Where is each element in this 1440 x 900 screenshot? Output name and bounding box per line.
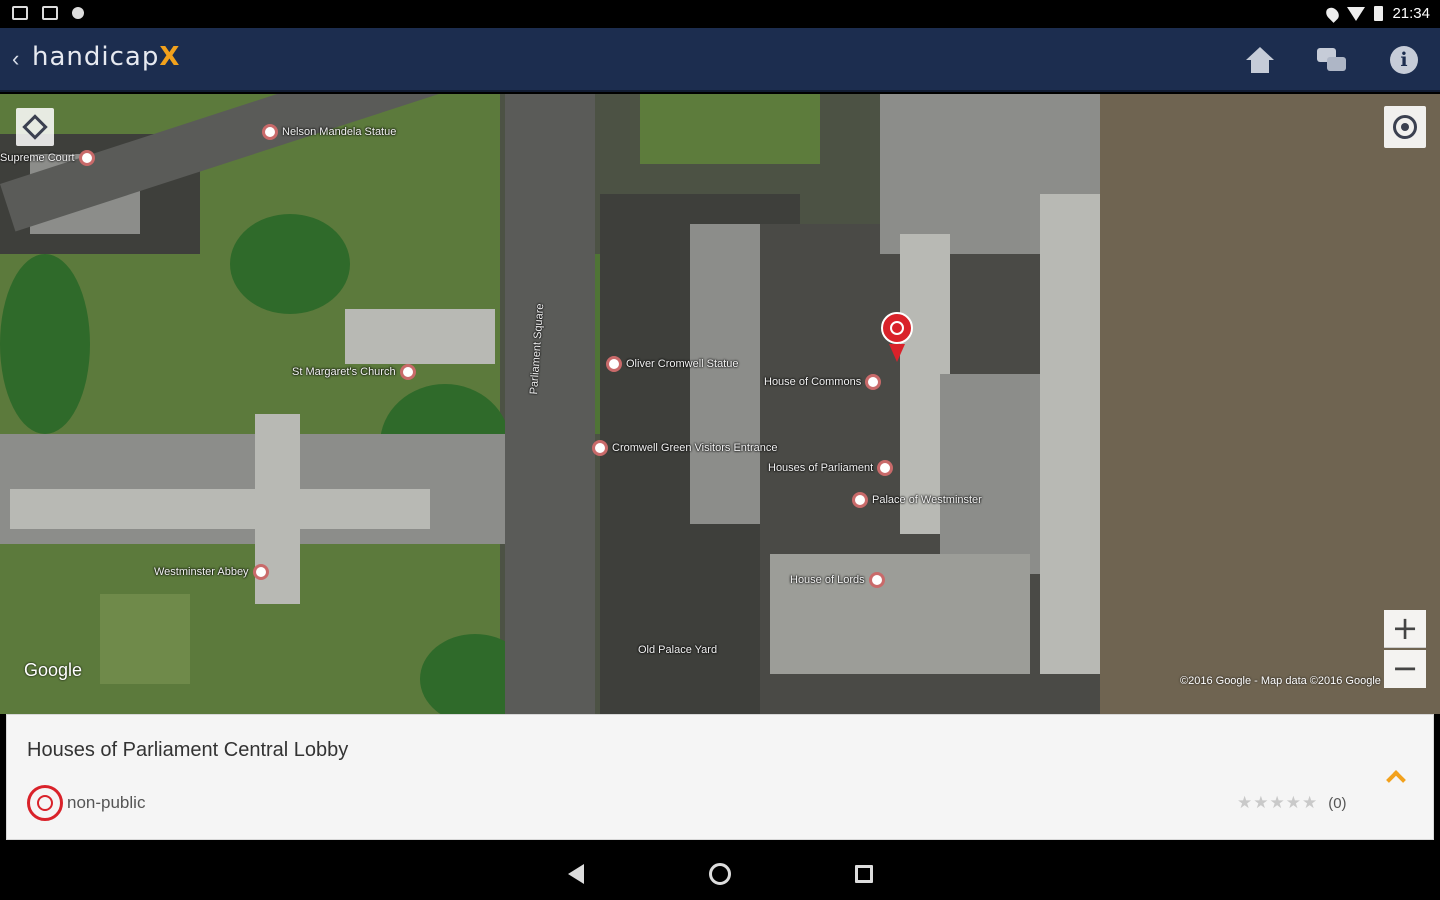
chat-button[interactable] [1314,42,1350,78]
back-button[interactable]: ‹ [12,48,19,70]
map-poi[interactable]: Westminster Abbey [154,564,269,580]
place-title: Houses of Parliament Central Lobby [27,739,349,761]
notification-icon [12,6,28,20]
google-logo: Google [24,660,83,680]
map-poi[interactable]: Nelson Mandela Statue [262,124,396,140]
landmark-icon [852,492,868,508]
clock: 21:34 [1392,5,1430,22]
map-poi[interactable]: House of Lords [790,572,885,588]
system-icons: 21:34 [1324,4,1430,23]
landmark-icon [78,150,95,166]
info-icon: i [1390,46,1418,74]
map-poi[interactable]: Palace of Westminster [852,492,982,508]
home-icon [1246,47,1274,73]
landmark-icon [868,572,885,588]
map-view[interactable]: Nelson Mandela Statue Supreme Court St M… [0,94,1440,714]
location-icon [1324,4,1342,23]
nav-home-button[interactable] [706,860,734,888]
church-icon [252,564,269,580]
wheelchair-marker-icon [881,312,913,344]
expand-card-button[interactable] [1385,767,1407,790]
home-button[interactable] [1242,42,1278,78]
map-poi[interactable]: House of Commons [764,374,882,390]
home-circle-icon [709,863,731,885]
zoom-out-button[interactable]: − [1384,650,1426,688]
map-poi[interactable]: Oliver Cromwell Statue [606,356,738,372]
bulb-icon [72,7,84,19]
rating-count: (0) [1328,794,1347,812]
gallery-icon [42,6,58,20]
chevron-left-icon: ‹ [12,46,20,71]
nav-recents-button[interactable] [850,860,878,888]
landmark-icon [262,124,278,140]
place-card[interactable]: Houses of Parliament Central Lobby non-p… [6,714,1434,840]
chat-bubbles-icon [1317,48,1347,72]
accessibility-status: non-public [27,785,145,821]
map-poi[interactable]: St Margaret's Church [292,364,416,380]
accessibility-label: non-public [67,793,146,812]
map-poi-label: Old Palace Yard [638,644,718,656]
wifi-icon [1347,6,1366,21]
zoom-in-button[interactable]: + [1384,610,1426,648]
star-rating-icon: ★★★★★ [1237,793,1319,812]
map-poi[interactable]: Cromwell Green Visitors Entrance [592,440,777,456]
layers-icon [22,114,48,140]
app-logo[interactable]: handicapX [32,42,180,72]
landmark-icon [606,356,622,372]
back-triangle-icon [568,864,584,884]
selected-place-marker[interactable] [881,312,913,362]
landmark-icon [877,460,894,476]
recents-square-icon [855,865,873,883]
app-bar: ‹ handicapX i [0,28,1440,92]
rating: ★★★★★ (0) [1237,793,1347,813]
status-bar: 21:34 [0,0,1440,28]
my-location-icon [1393,115,1417,139]
nav-back-button[interactable] [562,860,590,888]
info-button[interactable]: i [1386,42,1422,78]
map-layers-button[interactable] [16,108,54,146]
map-poi[interactable]: Supreme Court [0,150,95,166]
landmark-icon [865,374,882,390]
church-icon [399,364,416,380]
landmark-icon [592,440,608,456]
chevron-up-icon [1386,770,1406,790]
my-location-button[interactable] [1384,106,1426,148]
map-attribution[interactable]: ©2016 Google - Map data ©2016 Google [1180,675,1381,687]
system-nav-bar [0,846,1440,900]
map-poi[interactable]: Houses of Parliament [768,460,894,476]
battery-icon [1374,6,1384,21]
notification-icons [12,6,84,20]
wheelchair-restricted-icon [27,785,63,821]
